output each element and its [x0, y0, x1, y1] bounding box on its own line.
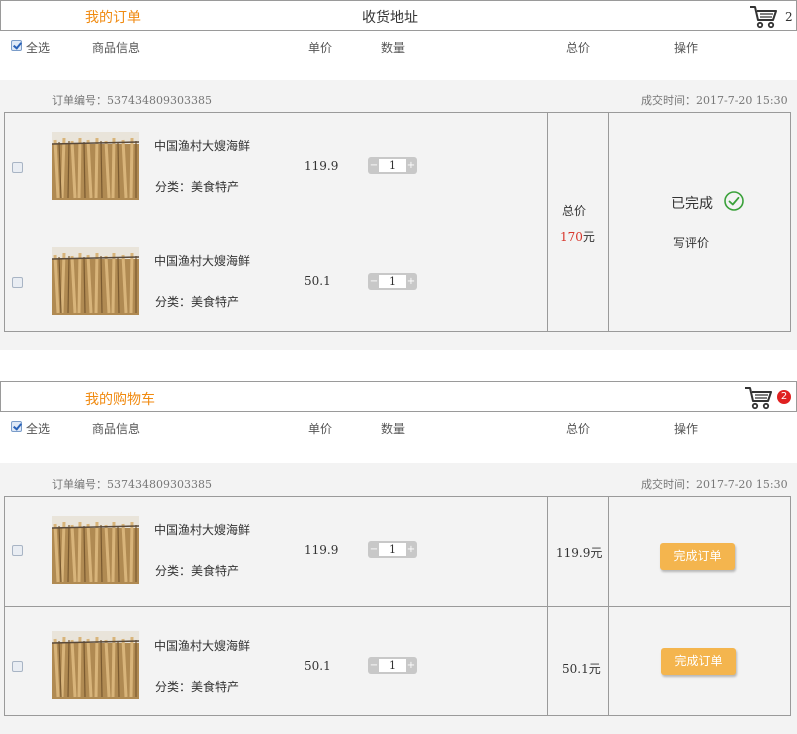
select-all-label[interactable]: 全选 — [26, 39, 50, 56]
cart-top-bar: 我的购物车 2 — [0, 381, 797, 412]
unit-price: 119.9 — [304, 543, 339, 557]
tab-my-cart[interactable]: 我的购物车 — [85, 389, 155, 409]
order1-number: 订单编号：537434809303385 — [52, 94, 212, 107]
header-action: 操作 — [674, 41, 699, 55]
product-thumbnail[interactable] — [52, 132, 139, 200]
quantity-input[interactable]: 1 — [379, 543, 406, 556]
order-total-number: 170 — [560, 230, 583, 244]
quantity-stepper[interactable]: − 1 + — [368, 541, 417, 558]
unit-price: 50.1 — [304, 274, 331, 288]
divider — [547, 113, 548, 331]
tab-shipping-address[interactable]: 收货地址 — [362, 7, 418, 27]
header-unit-price: 单价 — [308, 41, 333, 55]
cart-icon[interactable] — [744, 385, 774, 411]
product-category: 分类：美食特产 — [155, 564, 240, 578]
cart-count-badge: 2 — [777, 390, 791, 404]
header-quantity: 数量 — [381, 41, 406, 55]
order1-deal-time: 成交时间：2017-7-20 15:30 — [641, 94, 788, 107]
increment-button[interactable]: + — [406, 542, 416, 557]
header-product-info: 商品信息 — [92, 41, 141, 55]
item-checkbox[interactable] — [12, 545, 23, 556]
unit-price: 119.9 — [304, 159, 339, 173]
divider — [608, 113, 609, 331]
order2-number: 订单编号：537434809303385 — [52, 478, 212, 491]
order-total-unit: 元 — [582, 230, 595, 244]
decrement-button[interactable]: − — [369, 158, 379, 173]
orders-top-bar: 我的订单 收货地址 2 — [0, 0, 797, 31]
divider — [5, 606, 790, 607]
increment-button[interactable]: + — [406, 158, 416, 173]
order-total-label: 总价 — [562, 204, 587, 218]
cart-header-row: 全选 商品信息 单价 数量 总价 操作 — [0, 413, 797, 441]
product-name[interactable]: 中国渔村大嫂海鲜 — [154, 521, 250, 538]
header-product-info: 商品信息 — [92, 422, 141, 436]
quantity-stepper[interactable]: − 1 + — [368, 657, 417, 674]
decrement-button[interactable]: − — [369, 542, 379, 557]
quantity-input[interactable]: 1 — [379, 659, 406, 672]
order1-box: 中国渔村大嫂海鲜 分类：美食特产 119.9 − 1 + 中国渔村大嫂海鲜 分类… — [4, 112, 791, 332]
increment-button[interactable]: + — [406, 658, 416, 673]
cart-icon[interactable] — [749, 4, 779, 30]
tab-my-orders[interactable]: 我的订单 — [85, 7, 141, 27]
product-name[interactable]: 中国渔村大嫂海鲜 — [154, 137, 250, 154]
product-thumbnail[interactable] — [52, 247, 139, 315]
header-total: 总价 — [566, 41, 591, 55]
item-checkbox[interactable] — [12, 162, 23, 173]
cart-count: 2 — [785, 10, 793, 24]
product-thumbnail[interactable] — [52, 631, 139, 699]
order-total-amount: 170元 — [560, 228, 595, 245]
product-category: 分类：美食特产 — [155, 180, 240, 194]
quantity-input[interactable]: 1 — [379, 275, 406, 288]
product-name[interactable]: 中国渔村大嫂海鲜 — [154, 637, 250, 654]
header-quantity: 数量 — [381, 422, 406, 436]
product-name[interactable]: 中国渔村大嫂海鲜 — [154, 252, 250, 269]
check-circle-icon — [724, 191, 744, 211]
complete-order-button[interactable]: 完成订单 — [660, 543, 735, 570]
unit-price: 50.1 — [304, 659, 331, 673]
product-category: 分类：美食特产 — [155, 295, 240, 309]
item-total: 50.1元 — [562, 662, 601, 676]
decrement-button[interactable]: − — [369, 274, 379, 289]
product-category: 分类：美食特产 — [155, 680, 240, 694]
write-review-link[interactable]: 写评价 — [673, 234, 709, 251]
quantity-stepper[interactable]: − 1 + — [368, 157, 417, 174]
decrement-button[interactable]: − — [369, 658, 379, 673]
quantity-stepper[interactable]: − 1 + — [368, 273, 417, 290]
select-all-label[interactable]: 全选 — [26, 420, 50, 437]
increment-button[interactable]: + — [406, 274, 416, 289]
complete-order-button[interactable]: 完成订单 — [661, 648, 736, 675]
product-thumbnail[interactable] — [52, 516, 139, 584]
order2-box: 中国渔村大嫂海鲜 分类：美食特产 119.9 − 1 + 119.9元 完成订单… — [4, 496, 791, 716]
select-all-checkbox[interactable] — [11, 421, 22, 432]
item-total: 119.9元 — [556, 546, 603, 560]
header-total: 总价 — [566, 422, 591, 436]
order-status: 已完成 — [671, 196, 713, 212]
item-checkbox[interactable] — [12, 661, 23, 672]
quantity-input[interactable]: 1 — [379, 159, 406, 172]
select-all-checkbox[interactable] — [11, 40, 22, 51]
header-action: 操作 — [674, 422, 699, 436]
item-checkbox[interactable] — [12, 277, 23, 288]
header-unit-price: 单价 — [308, 422, 333, 436]
orders-header-row: 全选 商品信息 单价 数量 总价 操作 — [0, 32, 797, 60]
order2-deal-time: 成交时间：2017-7-20 15:30 — [641, 478, 788, 491]
